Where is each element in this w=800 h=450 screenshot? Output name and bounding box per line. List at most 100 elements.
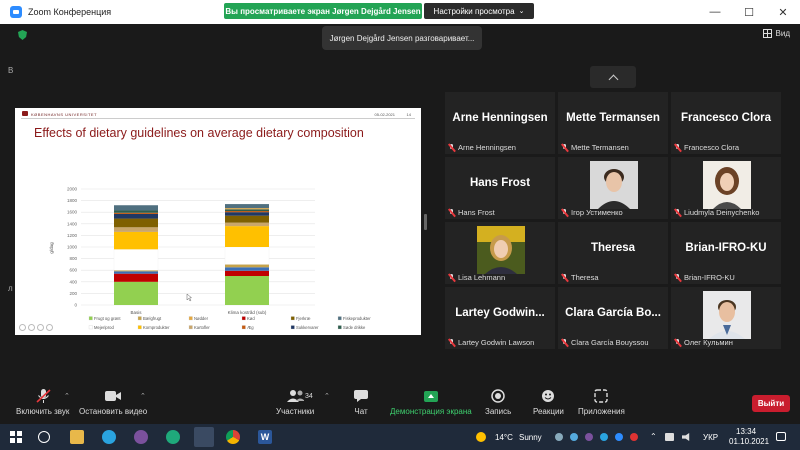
- tray-app-icon[interactable]: [630, 433, 638, 441]
- participant-tile[interactable]: Brian-IFRO-KU Brian-IFRO-KU: [671, 222, 781, 284]
- bar-segment: [225, 270, 269, 276]
- tray-app-icon[interactable]: [585, 433, 593, 441]
- participant-tile[interactable]: Mette Termansen Mette Termansen: [558, 92, 668, 154]
- gallery-scroll-up-button[interactable]: [590, 66, 636, 88]
- chevron-up-icon[interactable]: ⌃: [140, 392, 146, 400]
- chevron-down-icon: ⌄: [518, 8, 525, 15]
- participant-name: Lisa Lehmann: [458, 273, 506, 282]
- x-category-label: Basis: [130, 310, 142, 315]
- participant-tile[interactable]: Theresa Theresa: [558, 222, 668, 284]
- legend-swatch: [88, 316, 93, 321]
- close-button[interactable]: ✕: [766, 0, 800, 24]
- participant-tile[interactable]: Lartey Godwin... Lartey Godwin Lawson: [445, 287, 555, 349]
- reactions-button[interactable]: Реакции: [533, 388, 564, 416]
- view-options-label: Настройки просмотра: [433, 6, 515, 16]
- participant-name: Lartey Godwin Lawson: [458, 338, 535, 347]
- legend-swatch: [188, 316, 193, 321]
- video-button[interactable]: Остановить видео: [79, 388, 147, 416]
- meeting-area: Jørgen Dejgård Jensen разговаривает... В…: [0, 24, 800, 424]
- unmute-label: Включить звук: [16, 407, 70, 416]
- y-tick-label: 1000: [67, 245, 78, 250]
- maximize-button[interactable]: ☐: [732, 0, 766, 24]
- legend-label: Kød: [247, 316, 255, 321]
- legend-label: Æg: [247, 325, 254, 330]
- slide-tool-icon[interactable]: [19, 324, 26, 331]
- participant-display-name: Theresa: [590, 242, 636, 254]
- bar-segment: [113, 249, 159, 271]
- search-icon[interactable]: [38, 431, 50, 443]
- legend-swatch: [88, 325, 93, 330]
- language-indicator[interactable]: УКР: [703, 433, 718, 442]
- participant-display-name: Mette Termansen: [566, 112, 660, 124]
- slide-tool-icon[interactable]: [46, 324, 53, 331]
- legend-label: Kornprodukter: [143, 325, 170, 330]
- record-icon: [489, 388, 507, 404]
- word-icon[interactable]: W: [258, 430, 272, 444]
- bar-segment: [225, 226, 269, 247]
- participant-tile[interactable]: Clara García Bo... Clara García Bouyssou: [558, 287, 668, 349]
- tray-app-icon[interactable]: [600, 433, 608, 441]
- legend-label: Søde drikke: [343, 325, 366, 330]
- zoom-taskbar-icon[interactable]: [194, 427, 214, 447]
- participant-tile[interactable]: Liudmyla Deinychenko: [671, 157, 781, 219]
- file-explorer-icon[interactable]: [70, 430, 84, 444]
- participant-tile[interactable]: Олег Кульмин: [671, 287, 781, 349]
- viber-icon[interactable]: [134, 430, 148, 444]
- legend-swatch: [290, 316, 295, 321]
- y-tick-label: 2000: [67, 187, 78, 192]
- zoom-window: Zoom Конференция Вы просматриваете экран…: [0, 0, 800, 450]
- chevron-up-icon[interactable]: ⌃: [650, 432, 657, 441]
- chat-button[interactable]: Чат: [352, 388, 370, 416]
- participant-tile[interactable]: Francesco Clora Francesco Clora: [671, 92, 781, 154]
- window-controls: — ☐ ✕: [698, 0, 800, 24]
- weather-desc[interactable]: Sunny: [519, 433, 542, 442]
- share-screen-button[interactable]: Демонстрация экрана: [390, 388, 472, 416]
- weather-temp[interactable]: 14°C: [495, 433, 513, 442]
- legend-swatch: [337, 325, 342, 330]
- legend-label: Kartofler: [194, 325, 210, 330]
- participant-tile[interactable]: Arne Henningsen Arne Henningsen: [445, 92, 555, 154]
- mic-muted-icon: [561, 208, 568, 217]
- splitter-handle[interactable]: [424, 214, 427, 230]
- legend-swatch: [137, 316, 142, 321]
- grid-icon: [762, 29, 772, 38]
- tray-app-icon[interactable]: [555, 433, 563, 441]
- participant-tile[interactable]: Hans Frost Hans Frost: [445, 157, 555, 219]
- bar-segment: [114, 273, 158, 282]
- participants-count: 34: [305, 393, 313, 400]
- participant-tile[interactable]: Ігор Устименко: [558, 157, 668, 219]
- chevron-up-icon[interactable]: ⌃: [64, 392, 70, 400]
- participant-name-label: Francesco Clora: [674, 143, 739, 152]
- participant-name-label: Lartey Godwin Lawson: [448, 338, 534, 347]
- telegram-icon[interactable]: [102, 430, 116, 444]
- record-button[interactable]: Запись: [485, 388, 511, 416]
- participant-name-label: Lisa Lehmann: [448, 273, 505, 282]
- chrome-icon[interactable]: [226, 430, 240, 444]
- slide-tool-icon[interactable]: [37, 324, 44, 331]
- participant-tile[interactable]: Lisa Lehmann: [445, 222, 555, 284]
- notifications-icon[interactable]: [776, 432, 786, 441]
- legend-label: Nødder: [194, 316, 209, 321]
- slide-tool-icon[interactable]: [28, 324, 35, 331]
- network-icon[interactable]: [665, 433, 674, 441]
- chevron-up-icon[interactable]: ⌃: [324, 392, 330, 400]
- edge-browser-icon[interactable]: [166, 430, 180, 444]
- clock-date[interactable]: 01.10.2021: [729, 437, 769, 446]
- view-toggle-button[interactable]: Вид: [762, 29, 790, 38]
- share-screen-icon: [422, 388, 440, 404]
- volume-icon[interactable]: [682, 433, 690, 441]
- active-speaker-toast: Jørgen Dejgård Jensen разговаривает...: [322, 26, 482, 50]
- clock-time[interactable]: 13:34: [736, 427, 756, 436]
- unmute-button[interactable]: Включить звук: [16, 388, 69, 416]
- tray-app-icon[interactable]: [615, 433, 623, 441]
- tray-app-icon[interactable]: [570, 433, 578, 441]
- shield-icon[interactable]: [18, 30, 27, 40]
- mic-muted-icon: [561, 338, 568, 347]
- bar-segment: [225, 222, 269, 227]
- view-options-button[interactable]: Настройки просмотра ⌄: [424, 3, 534, 19]
- leave-button[interactable]: Выйти: [752, 395, 790, 412]
- apps-button[interactable]: Приложения: [578, 388, 625, 416]
- share-screen-label: Демонстрация экрана: [390, 407, 472, 416]
- windows-start-icon[interactable]: [10, 431, 22, 443]
- minimize-button[interactable]: —: [698, 0, 732, 24]
